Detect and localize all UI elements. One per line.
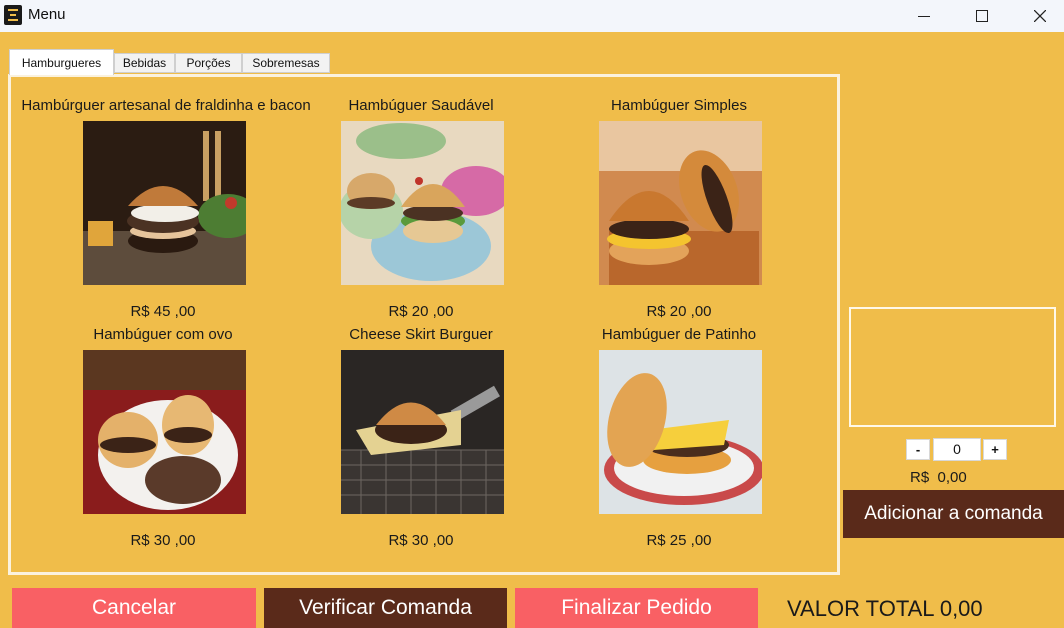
maximize-button[interactable] xyxy=(956,0,1008,32)
decrease-quantity-button[interactable]: - xyxy=(906,439,930,460)
item-image[interactable] xyxy=(83,350,246,514)
quantity-input[interactable]: 0 xyxy=(933,438,981,461)
item-image[interactable] xyxy=(599,121,762,285)
tab-bebidas[interactable]: Bebidas xyxy=(114,53,175,73)
item-name: Hambúguer com ovo xyxy=(93,326,233,343)
cancel-button[interactable]: Cancelar xyxy=(12,588,256,628)
close-icon xyxy=(1034,10,1046,22)
increase-quantity-button[interactable]: + xyxy=(983,439,1007,460)
finish-order-button[interactable]: Finalizar Pedido xyxy=(515,588,758,628)
item-price: R$ 20 ,00 xyxy=(388,303,454,320)
item-name: Hambúguer Saudável xyxy=(348,97,494,114)
item-price: R$ 25 ,00 xyxy=(646,532,712,549)
item-price: R$ 30 ,00 xyxy=(130,532,196,549)
maximize-icon xyxy=(976,10,988,22)
tab-sobremesas[interactable]: Sobremesas xyxy=(242,53,330,73)
total-value: VALOR TOTAL 0,00 xyxy=(787,596,983,621)
tab-porcoes[interactable]: Porções xyxy=(175,53,242,73)
item-price: R$ 45 ,00 xyxy=(130,303,196,320)
item-name: Cheese Skirt Burguer xyxy=(349,326,493,343)
minimize-button[interactable] xyxy=(898,0,950,32)
menu-panel: Hambúrguer artesanal de fraldinha e baco… xyxy=(8,74,840,575)
verify-order-button[interactable]: Verificar Comanda xyxy=(264,588,507,628)
item-image[interactable] xyxy=(341,350,504,514)
item-name: Hambúguer Simples xyxy=(611,97,747,114)
item-name: Hambúguer de Patinho xyxy=(601,326,757,343)
minimize-icon xyxy=(918,15,930,17)
window-title: Menu xyxy=(28,6,66,23)
unit-price: R$ 0,00 xyxy=(910,469,967,486)
item-name: Hambúrguer artesanal de fraldinha e baco… xyxy=(21,97,311,114)
selected-item-preview xyxy=(849,307,1056,427)
item-image[interactable] xyxy=(599,350,762,514)
close-button[interactable] xyxy=(1014,0,1064,32)
item-image[interactable] xyxy=(341,121,504,285)
app-icon xyxy=(4,5,22,25)
tab-hamburgueres[interactable]: Hamburgueres xyxy=(9,49,114,75)
title-bar: Menu xyxy=(0,0,1064,32)
item-price: R$ 30 ,00 xyxy=(388,532,454,549)
add-to-order-button[interactable]: Adicionar a comanda xyxy=(843,490,1064,538)
item-image[interactable] xyxy=(83,121,246,285)
item-price: R$ 20 ,00 xyxy=(646,303,712,320)
